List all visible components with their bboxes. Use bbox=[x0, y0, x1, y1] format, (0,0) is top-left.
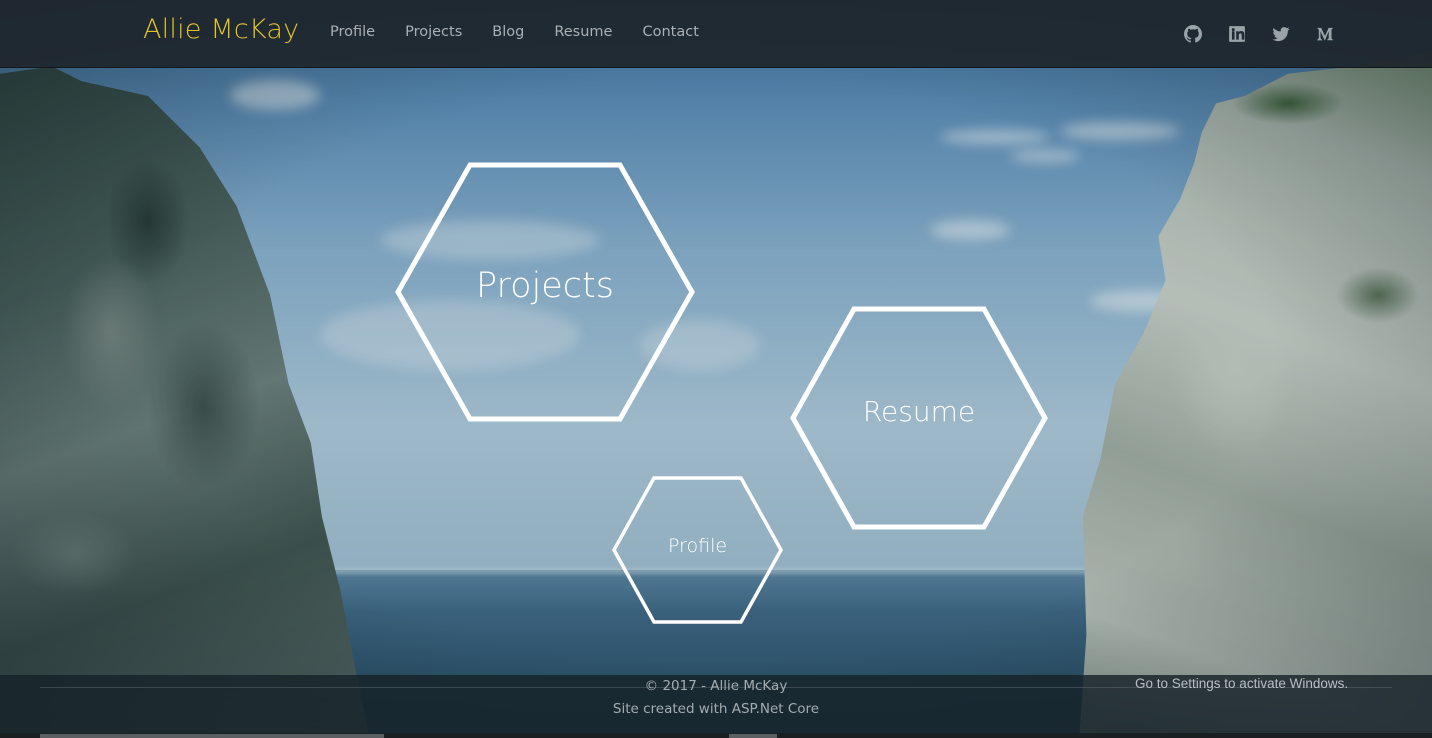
github-icon[interactable] bbox=[1184, 25, 1202, 43]
scrollbar-thumb[interactable] bbox=[40, 734, 384, 738]
scrollbar-thumb[interactable] bbox=[729, 734, 777, 738]
nav-link-blog[interactable]: Blog bbox=[492, 24, 524, 40]
linkedin-icon[interactable] bbox=[1228, 25, 1246, 43]
nav-link-contact[interactable]: Contact bbox=[642, 24, 698, 40]
projects-hex-button[interactable]: Projects bbox=[395, 162, 695, 422]
top-navbar: Allie McKay Profile Projects Blog Resume… bbox=[0, 0, 1432, 68]
brand-link[interactable]: Allie McKay bbox=[143, 14, 299, 45]
nav-link-resume[interactable]: Resume bbox=[554, 24, 612, 40]
social-links bbox=[1184, 25, 1334, 43]
hero-background bbox=[0, 0, 1432, 738]
nav-link-projects[interactable]: Projects bbox=[405, 24, 462, 40]
resume-hex-button[interactable]: Resume bbox=[790, 306, 1048, 530]
profile-hex-label: Profile bbox=[667, 535, 728, 557]
twitter-icon[interactable] bbox=[1272, 25, 1290, 43]
medium-icon[interactable] bbox=[1316, 25, 1334, 43]
windows-activation-watermark: Go to Settings to activate Windows. bbox=[1135, 676, 1349, 691]
profile-hex-button[interactable]: Profile bbox=[611, 476, 784, 624]
nav-link-profile[interactable]: Profile bbox=[330, 24, 375, 40]
nav-links: Profile Projects Blog Resume Contact bbox=[330, 24, 729, 40]
footer-credit: Site created with ASP.Net Core bbox=[612, 701, 820, 717]
projects-hex-label: Projects bbox=[476, 266, 614, 306]
color-overlay bbox=[0, 0, 1432, 738]
resume-hex-label: Resume bbox=[862, 395, 976, 428]
